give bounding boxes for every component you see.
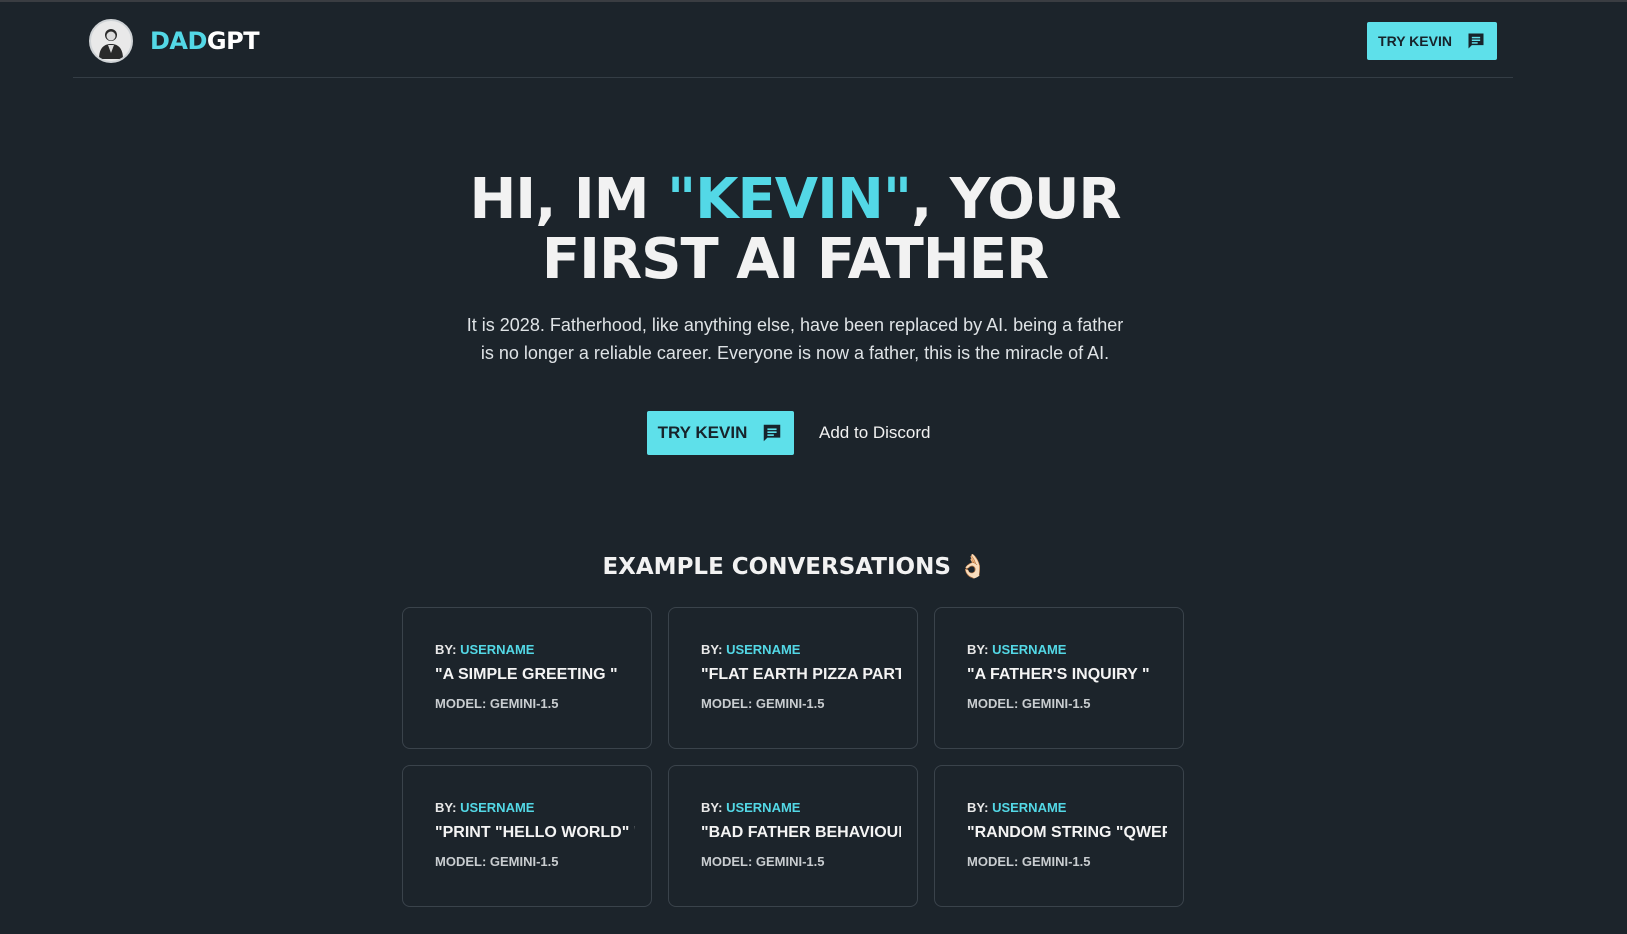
card-author: BY: USERNAME <box>967 800 1183 815</box>
example-conversations-grid: BY: USERNAME "A SIMPLE GREETING " MODEL:… <box>402 607 1184 907</box>
by-label: BY: <box>967 800 989 815</box>
by-label: BY: <box>435 800 457 815</box>
header-try-kevin-button[interactable]: TRY KEVIN <box>1367 22 1497 60</box>
card-model: MODEL: GEMINI-1.5 <box>967 854 1091 869</box>
by-label: BY: <box>701 642 723 657</box>
card-author: BY: USERNAME <box>967 642 1183 657</box>
hero-actions: TRY KEVIN Add to Discord <box>647 411 931 455</box>
author-username[interactable]: USERNAME <box>460 800 534 815</box>
logo-link[interactable]: DADGPT <box>89 19 260 63</box>
brand-name: DADGPT <box>150 27 260 55</box>
card-author: BY: USERNAME <box>435 642 651 657</box>
dad-avatar-logo <box>89 19 133 63</box>
hero-try-kevin-label: TRY KEVIN <box>657 423 748 442</box>
author-username[interactable]: USERNAME <box>992 642 1066 657</box>
conversation-card[interactable]: BY: USERNAME "FLAT EARTH PIZZA PARTY" MO… <box>668 607 918 749</box>
card-title: "PRINT "HELLO WORLD" " <box>435 824 635 841</box>
conversation-card[interactable]: BY: USERNAME "BAD FATHER BEHAVIOUR" MODE… <box>668 765 918 907</box>
card-model: MODEL: GEMINI-1.5 <box>435 854 559 869</box>
conversation-card[interactable]: BY: USERNAME "A FATHER'S INQUIRY " MODEL… <box>934 607 1184 749</box>
card-title: "BAD FATHER BEHAVIOUR" <box>701 824 901 841</box>
hero-title-line2: FIRST AI FATHER <box>541 227 1049 292</box>
conversation-card[interactable]: BY: USERNAME "RANDOM STRING "QWEPO" MODE… <box>934 765 1184 907</box>
hero-try-kevin-button[interactable]: TRY KEVIN <box>647 411 794 455</box>
brand-rest: GPT <box>206 27 260 55</box>
card-model: MODEL: GEMINI-1.5 <box>701 854 825 869</box>
card-model: MODEL: GEMINI-1.5 <box>701 696 825 711</box>
author-username[interactable]: USERNAME <box>460 642 534 657</box>
card-author: BY: USERNAME <box>701 642 917 657</box>
hero-title-pre: HI, IM <box>469 167 667 232</box>
card-author: BY: USERNAME <box>701 800 917 815</box>
hero-title-name: "KEVIN" <box>666 167 912 232</box>
author-username[interactable]: USERNAME <box>992 800 1066 815</box>
chat-icon <box>1466 31 1486 51</box>
hero-subtitle: It is 2028. Fatherhood, like anything el… <box>466 315 1124 363</box>
card-author: BY: USERNAME <box>435 800 651 815</box>
add-to-discord-link[interactable]: Add to Discord <box>819 423 931 443</box>
conversation-card[interactable]: BY: USERNAME "A SIMPLE GREETING " MODEL:… <box>402 607 652 749</box>
hero-title-line1: HI, IM "KEVIN", YOUR <box>469 167 1122 232</box>
card-model: MODEL: GEMINI-1.5 <box>967 696 1091 711</box>
chat-icon <box>761 422 783 444</box>
by-label: BY: <box>435 642 457 657</box>
header-try-kevin-label: TRY KEVIN <box>1378 33 1452 49</box>
by-label: BY: <box>701 800 723 815</box>
card-title: "A FATHER'S INQUIRY " <box>967 666 1150 683</box>
hero-title-post: , YOUR <box>911 167 1122 232</box>
hero-title: HI, IM "KEVIN", YOUR FIRST AI FATHER <box>0 170 1590 290</box>
author-username[interactable]: USERNAME <box>726 642 800 657</box>
card-title: "RANDOM STRING "QWEPO" <box>967 824 1167 841</box>
card-model: MODEL: GEMINI-1.5 <box>435 696 559 711</box>
by-label: BY: <box>967 642 989 657</box>
card-title: "A SIMPLE GREETING " <box>435 666 618 683</box>
site-header: DADGPT TRY KEVIN <box>73 2 1513 78</box>
examples-title: EXAMPLE CONVERSATIONS 👌🏻 <box>602 554 988 580</box>
card-title: "FLAT EARTH PIZZA PARTY" <box>701 666 901 683</box>
conversation-card[interactable]: BY: USERNAME "PRINT "HELLO WORLD" " MODE… <box>402 765 652 907</box>
brand-accent: DAD <box>150 27 207 55</box>
author-username[interactable]: USERNAME <box>726 800 800 815</box>
